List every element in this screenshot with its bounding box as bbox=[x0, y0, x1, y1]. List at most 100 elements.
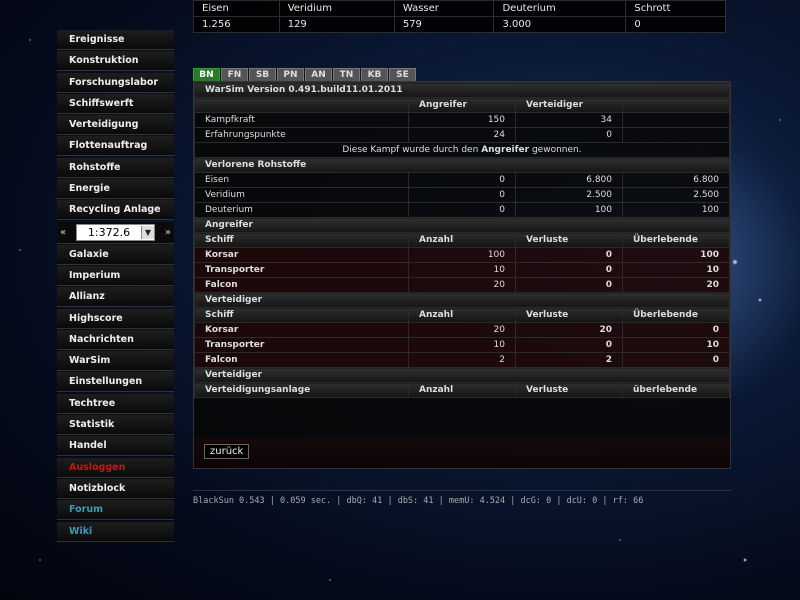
ship-count: 20 bbox=[408, 322, 516, 338]
lost-label: Veridium bbox=[194, 187, 409, 203]
nav-flottenauftrag[interactable]: Flottenauftrag bbox=[57, 136, 174, 157]
nav-forschungslabor[interactable]: Forschungslabor bbox=[57, 72, 174, 93]
nav-einstellungen[interactable]: Einstellungen bbox=[57, 372, 174, 393]
ship-count: 100 bbox=[408, 247, 516, 263]
tab-bn[interactable]: BN bbox=[193, 68, 220, 82]
battle-report-table: WarSim Version 0.491.build11.01.2011 Ang… bbox=[194, 82, 730, 398]
lost-value: 100 bbox=[622, 202, 730, 218]
report-tabs: BN FN SB PN AN TN KB SE bbox=[193, 68, 416, 82]
ship-survivors: 0 bbox=[622, 322, 730, 338]
col-count: Anzahl bbox=[408, 382, 516, 398]
ship-name: Korsar bbox=[194, 247, 409, 263]
tab-kb[interactable]: KB bbox=[361, 68, 388, 82]
ship-loss: 20 bbox=[515, 322, 623, 338]
nav-nachrichten[interactable]: Nachrichten bbox=[57, 329, 174, 350]
table-row: Falcon 2 2 0 bbox=[194, 352, 730, 368]
back-button[interactable]: zurück bbox=[204, 444, 250, 459]
lost-label: Eisen bbox=[194, 172, 409, 188]
planet-selector: « 1:372.6 ▼ » bbox=[57, 221, 174, 244]
chevron-down-icon[interactable]: ▼ bbox=[141, 225, 154, 239]
nav-statistik[interactable]: Statistik bbox=[57, 415, 174, 436]
nav-logout[interactable]: Ausloggen bbox=[57, 457, 174, 478]
resource-bar: Eisen Veridium Wasser Deuterium Schrott … bbox=[193, 0, 726, 33]
col-defense: Verteidigungsanlage bbox=[194, 382, 409, 398]
tab-tn[interactable]: TN bbox=[333, 68, 360, 82]
stat-label: Kampfkraft bbox=[194, 112, 409, 128]
nav-techtree[interactable]: Techtree bbox=[57, 393, 174, 414]
result-winner: Angreifer bbox=[481, 145, 530, 155]
lost-value: 0 bbox=[408, 187, 516, 203]
lost-value: 6.800 bbox=[622, 172, 730, 188]
resource-value: 0 bbox=[625, 16, 726, 33]
ship-name: Falcon bbox=[194, 352, 409, 368]
resource-value: 579 bbox=[393, 16, 495, 33]
ship-name: Transporter bbox=[194, 262, 409, 278]
tab-an[interactable]: AN bbox=[305, 68, 332, 82]
table-row: Kampfkraft 150 34 bbox=[194, 112, 730, 128]
nav-recycling-anlage[interactable]: Recycling Anlage bbox=[57, 200, 174, 221]
ship-survivors: 0 bbox=[622, 352, 730, 368]
table-row: Korsar 100 0 100 bbox=[194, 247, 730, 263]
ship-name: Falcon bbox=[194, 277, 409, 293]
nav-warsim[interactable]: WarSim bbox=[57, 351, 174, 372]
prev-planet-arrow[interactable]: « bbox=[60, 227, 66, 238]
battle-result: Diese Kampf wurde durch den Angreifer ge… bbox=[194, 142, 730, 158]
tab-pn[interactable]: PN bbox=[277, 68, 304, 82]
nav-forum[interactable]: Forum bbox=[57, 500, 174, 521]
table-row: Transporter 10 0 10 bbox=[194, 262, 730, 278]
resource-values: 1.256 129 579 3.000 0 bbox=[193, 16, 726, 33]
nav-ereignisse[interactable]: Ereignisse bbox=[57, 30, 174, 50]
ship-loss: 0 bbox=[515, 337, 623, 353]
resource-label: Eisen bbox=[193, 0, 280, 17]
table-row: Eisen 0 6.800 6.800 bbox=[194, 172, 730, 188]
nav-schiffswerft[interactable]: Schiffswerft bbox=[57, 93, 174, 114]
ship-survivors: 20 bbox=[622, 277, 730, 293]
ship-survivors: 10 bbox=[622, 262, 730, 278]
defender-title: Verteidiger bbox=[194, 292, 730, 308]
nav-imperium[interactable]: Imperium bbox=[57, 265, 174, 286]
nav-highscore[interactable]: Highscore bbox=[57, 308, 174, 329]
nav-konstruktion[interactable]: Konstruktion bbox=[57, 51, 174, 72]
nav-wiki[interactable]: Wiki bbox=[57, 521, 174, 542]
planet-select[interactable]: 1:372.6 ▼ bbox=[76, 223, 155, 241]
col-survivors: Überlebende bbox=[622, 232, 730, 248]
resource-label: Wasser bbox=[393, 0, 495, 17]
stat-label: Erfahrungspunkte bbox=[194, 127, 409, 143]
nav-verteidigung[interactable]: Verteidigung bbox=[57, 115, 174, 136]
table-row: Erfahrungspunkte 24 0 bbox=[194, 127, 730, 143]
resource-headers: Eisen Veridium Wasser Deuterium Schrott bbox=[193, 0, 726, 17]
col-count: Anzahl bbox=[408, 232, 516, 248]
nav-rohstoffe[interactable]: Rohstoffe bbox=[57, 157, 174, 178]
next-planet-arrow[interactable]: » bbox=[165, 227, 171, 238]
col-losses: Verluste bbox=[515, 307, 623, 323]
lost-value: 2.500 bbox=[515, 187, 623, 203]
ship-name: Transporter bbox=[194, 337, 409, 353]
tab-fn[interactable]: FN bbox=[221, 68, 248, 82]
col-losses: Verluste bbox=[515, 382, 623, 398]
battle-report-panel: WarSim Version 0.491.build11.01.2011 Ang… bbox=[193, 81, 731, 469]
empty-header bbox=[194, 97, 409, 113]
col-attacker: Angreifer bbox=[408, 97, 516, 113]
panel-footer bbox=[194, 438, 730, 468]
col-ship: Schiff bbox=[194, 232, 409, 248]
col-defender: Verteidiger bbox=[515, 97, 623, 113]
stat-attacker: 150 bbox=[408, 112, 516, 128]
nav-notizblock[interactable]: Notizblock bbox=[57, 478, 174, 499]
lost-value: 6.800 bbox=[515, 172, 623, 188]
ship-survivors: 10 bbox=[622, 337, 730, 353]
tab-se[interactable]: SE bbox=[389, 68, 416, 82]
stat-defender: 34 bbox=[515, 112, 623, 128]
tab-sb[interactable]: SB bbox=[249, 68, 276, 82]
stat-attacker: 24 bbox=[408, 127, 516, 143]
table-row: Falcon 20 0 20 bbox=[194, 277, 730, 293]
lost-value: 0 bbox=[408, 172, 516, 188]
result-text: gewonnen. bbox=[531, 145, 582, 155]
resource-value: 3.000 bbox=[493, 16, 627, 33]
nav-allianz[interactable]: Allianz bbox=[57, 287, 174, 308]
nav-handel[interactable]: Handel bbox=[57, 436, 174, 457]
nav-galaxie[interactable]: Galaxie bbox=[57, 244, 174, 265]
col-survivors: überlebende bbox=[622, 382, 730, 398]
main-navigation: Ereignisse Konstruktion Forschungslabor … bbox=[57, 30, 174, 543]
report-title: WarSim Version 0.491.build11.01.2011 bbox=[194, 82, 730, 98]
nav-energie[interactable]: Energie bbox=[57, 179, 174, 200]
